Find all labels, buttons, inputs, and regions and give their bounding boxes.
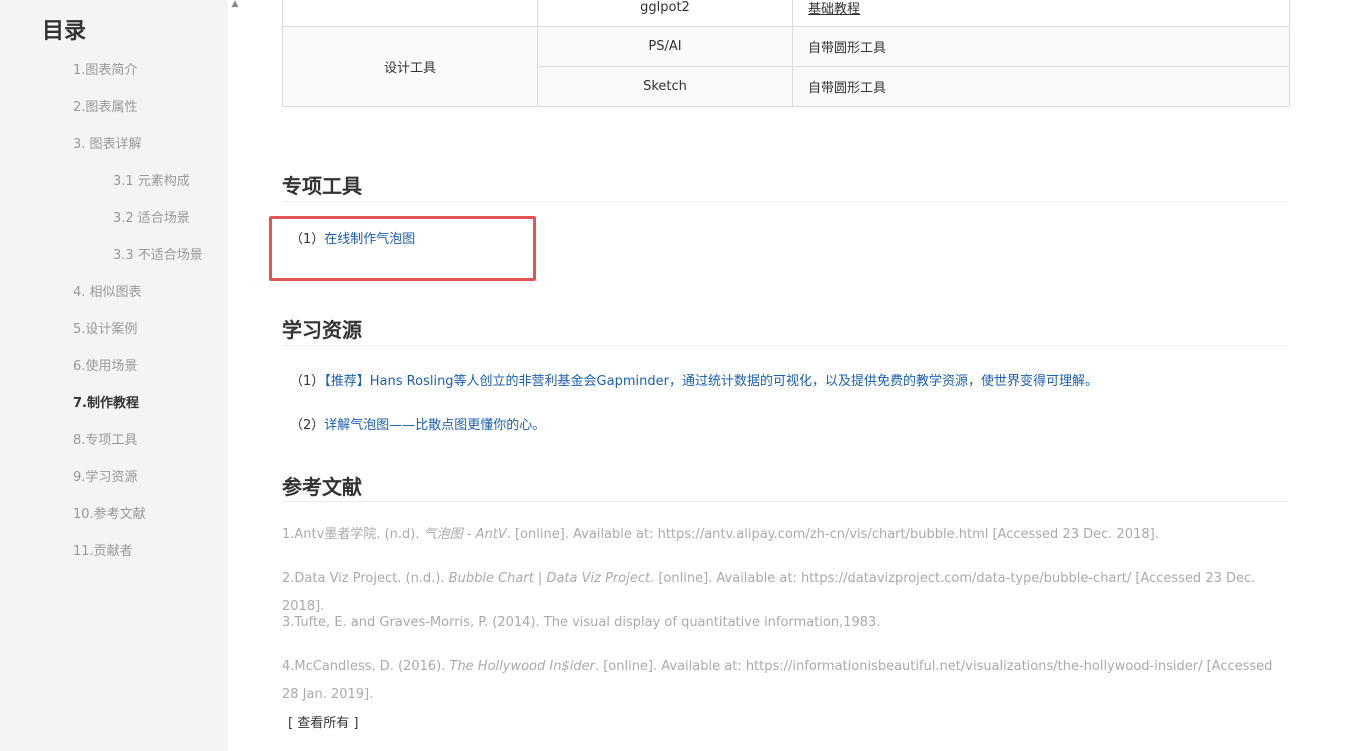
reference-text: . [online]. Available at: https://antv.a… <box>506 527 1159 542</box>
table-cell-tool: PS/AI <box>537 26 793 67</box>
table-cell-category <box>282 0 538 27</box>
toc-sidebar: 目录 1.图表简介 2.图表属性 3. 图表详解 3.1 元素构成 3.2 适合… <box>0 0 228 751</box>
section-heading-learning: 学习资源 <box>282 318 362 342</box>
toc-item-elements[interactable]: 3.1 元素构成 <box>113 170 190 189</box>
reference-title: The Hollywood In$ider <box>449 659 595 674</box>
reference-item: 1.Antv墨者学院. (n.d). 气泡图 - AntV. [online].… <box>282 521 1282 549</box>
divider <box>282 501 1288 502</box>
toc-item-contributors[interactable]: 11.贡献者 <box>73 540 133 559</box>
toc-item-properties[interactable]: 2.图表属性 <box>73 96 137 115</box>
table-cell-resource: 自带圆形工具 <box>792 26 1290 67</box>
toc-item-details[interactable]: 3. 图表详解 <box>73 133 142 152</box>
table-cell-tool: Sketch <box>537 66 793 107</box>
divider <box>282 345 1288 346</box>
toc-item-usage[interactable]: 6.使用场景 <box>73 355 137 374</box>
toc-item-tutorial[interactable]: 7.制作教程 <box>73 392 139 411</box>
toc-item-intro[interactable]: 1.图表简介 <box>73 59 137 78</box>
toc-item-similar[interactable]: 4. 相似图表 <box>73 281 142 300</box>
toc-item-unsuitable[interactable]: 3.3 不适合场景 <box>113 244 203 263</box>
list-item-prefix: （1） <box>290 374 325 389</box>
main-content: gglpot2 基础教程 设计工具 PS/AI 自带圆形工具 Sketch 自带… <box>228 0 1359 751</box>
list-item: （2）详解气泡图——比散点图更懂你的心。 <box>290 414 545 433</box>
gapminder-link[interactable]: 【推荐】Hans Rosling等人创立的非营利基金会Gapminder，通过统… <box>324 374 1098 389</box>
reference-text: 2.Data Viz Project. (n.d.). <box>282 571 449 586</box>
toc-item-special-tools[interactable]: 8.专项工具 <box>73 429 137 448</box>
tools-table: gglpot2 基础教程 设计工具 PS/AI 自带圆形工具 Sketch 自带… <box>282 0 1290 107</box>
section-heading-references: 参考文献 <box>282 475 362 499</box>
table-cell-tool: gglpot2 <box>537 0 793 27</box>
reference-title: Bubble Chart | Data Viz Project <box>448 571 651 586</box>
reference-text: 1.Antv墨者学院. (n.d). <box>282 527 424 542</box>
toc-item-suitable[interactable]: 3.2 适合场景 <box>113 207 190 226</box>
reference-item: 4.McCandless, D. (2016). The Hollywood I… <box>282 653 1282 709</box>
toc-item-references[interactable]: 10.参考文献 <box>73 503 146 522</box>
see-all-link[interactable]: [ 查看所有 ] <box>288 712 358 731</box>
table-cell-category: 设计工具 <box>282 26 538 107</box>
table-cell-resource: 自带圆形工具 <box>792 66 1290 107</box>
highlight-box <box>269 216 536 281</box>
reference-text: 4.McCandless, D. (2016). <box>282 659 450 674</box>
reference-title: 气泡图 - AntV <box>423 527 507 542</box>
reference-item: 3.Tufte, E. and Graves-Morris, P. (2014)… <box>282 609 1282 637</box>
list-item-prefix: （2） <box>290 418 325 433</box>
bubble-vs-scatter-link[interactable]: 详解气泡图——比散点图更懂你的心。 <box>324 418 545 433</box>
table-row: gglpot2 基础教程 <box>282 0 1290 27</box>
toc-title: 目录 <box>42 19 87 44</box>
table-row: 设计工具 PS/AI 自带圆形工具 <box>282 26 1290 107</box>
table-cell-resource: 基础教程 <box>792 0 1290 27</box>
toc-item-cases[interactable]: 5.设计案例 <box>73 318 137 337</box>
section-heading-special-tools: 专项工具 <box>282 174 362 198</box>
reference-text: 3.Tufte, E. and Graves-Morris, P. (2014)… <box>282 615 881 630</box>
toc-item-learning[interactable]: 9.学习资源 <box>73 466 137 485</box>
divider <box>282 201 1288 202</box>
resource-link[interactable]: 基础教程 <box>808 2 860 17</box>
list-item: （1）【推荐】Hans Rosling等人创立的非营利基金会Gapminder，… <box>290 370 1098 389</box>
